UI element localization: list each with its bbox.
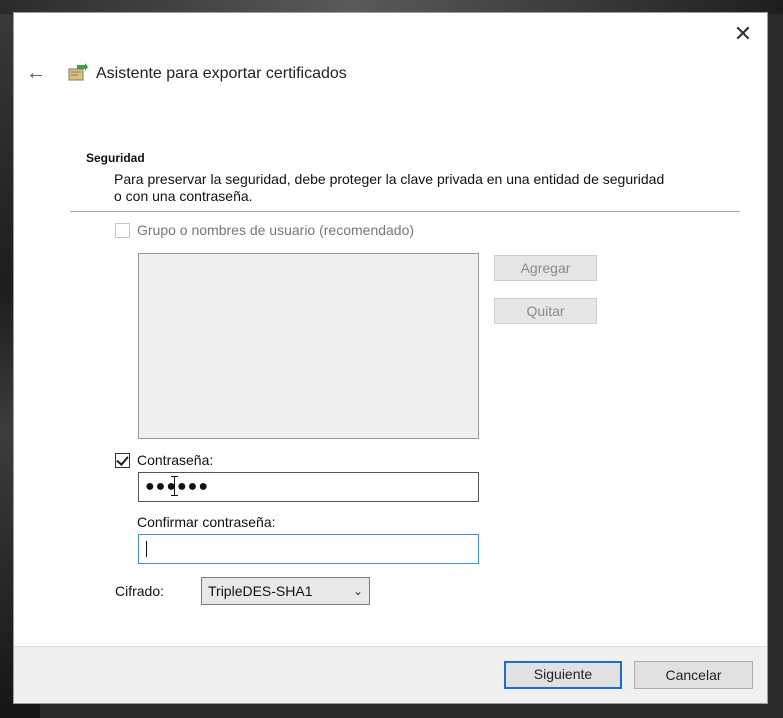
certificate-wizard-icon bbox=[68, 63, 88, 81]
users-list[interactable] bbox=[138, 253, 479, 439]
chevron-down-icon: ⌄ bbox=[352, 584, 363, 598]
text-caret bbox=[146, 541, 147, 557]
export-wizard-dialog: ✕ ← Asistente para exportar certificados… bbox=[13, 12, 768, 704]
back-arrow-icon[interactable]: ← bbox=[24, 61, 48, 85]
encryption-select[interactable]: TripleDES-SHA1 ⌄ bbox=[201, 577, 370, 605]
password-value: ●●●●●● bbox=[145, 478, 209, 495]
header-separator bbox=[70, 211, 740, 212]
section-description: Para preservar la seguridad, debe proteg… bbox=[114, 171, 665, 204]
confirm-password-label: Confirmar contraseña: bbox=[137, 514, 276, 530]
encryption-selected-value: TripleDES-SHA1 bbox=[208, 583, 313, 599]
close-icon[interactable]: ✕ bbox=[731, 23, 755, 47]
wizard-title: Asistente para exportar certificados bbox=[96, 65, 347, 82]
text-cursor-icon bbox=[171, 476, 178, 496]
group-checkbox[interactable] bbox=[115, 223, 130, 238]
password-checkbox[interactable] bbox=[115, 453, 130, 468]
next-button[interactable]: Siguiente bbox=[504, 661, 622, 689]
password-input[interactable]: ●●●●●● bbox=[138, 472, 479, 502]
remove-button[interactable]: Quitar bbox=[494, 298, 597, 324]
confirm-password-input[interactable] bbox=[138, 534, 479, 564]
password-checkbox-label: Contraseña: bbox=[137, 452, 214, 468]
encryption-label: Cifrado: bbox=[115, 583, 165, 599]
group-checkbox-label: Grupo o nombres de usuario (recomendado) bbox=[137, 222, 415, 238]
add-button[interactable]: Agregar bbox=[494, 255, 597, 281]
dialog-footer: Siguiente Cancelar bbox=[14, 646, 767, 703]
section-title: Seguridad bbox=[86, 151, 145, 165]
checkmark-icon bbox=[116, 453, 129, 466]
cancel-button[interactable]: Cancelar bbox=[634, 661, 753, 689]
